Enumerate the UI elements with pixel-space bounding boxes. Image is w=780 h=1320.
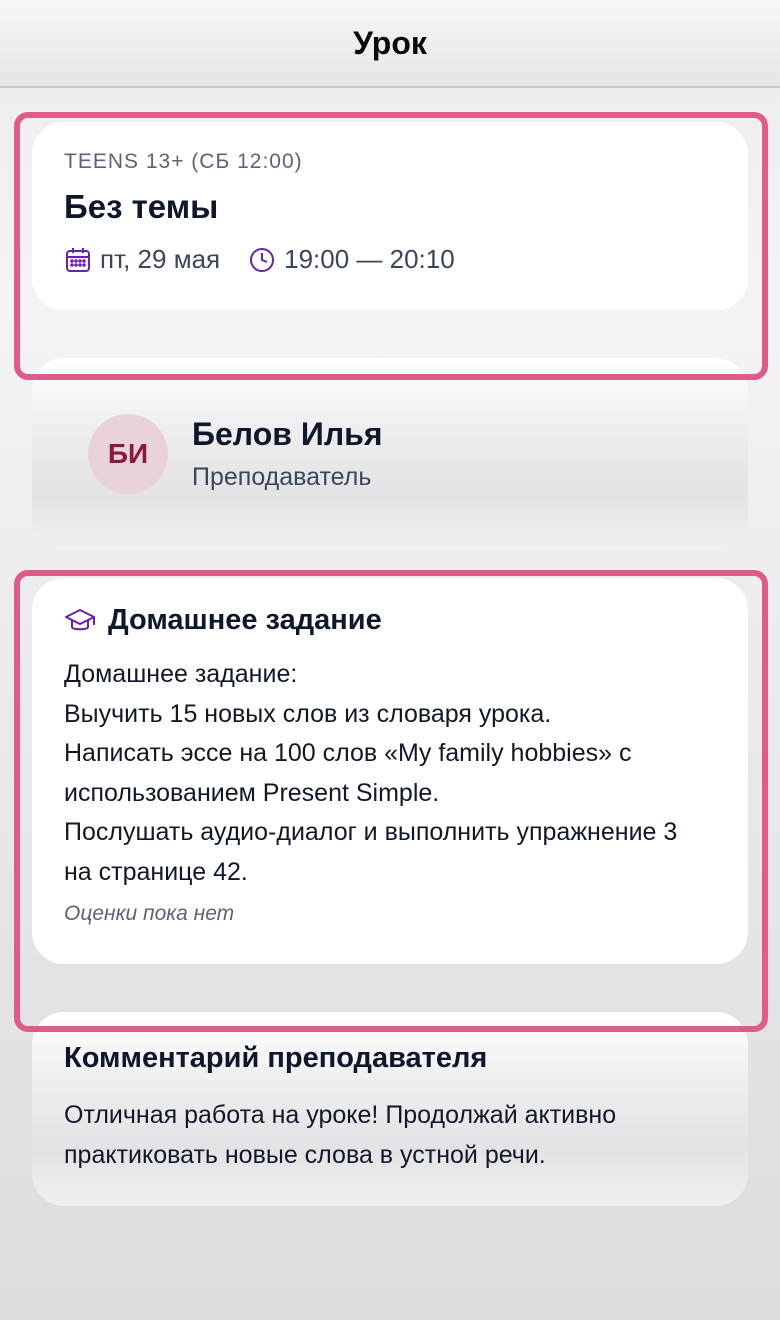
homework-line: использованием Present Simple. bbox=[64, 778, 440, 807]
homework-line: Домашнее задание: bbox=[64, 660, 298, 688]
top-bar: Урок bbox=[0, 0, 780, 88]
lesson-time: 19:00 — 20:10 bbox=[284, 244, 455, 274]
homework-line: Послушать аудио-диалог и выполнить упраж… bbox=[64, 818, 678, 846]
homework-card: Домашнее задание Домашнее задание: Выучи… bbox=[32, 578, 748, 964]
lesson-info-card: TEENS 13+ (СБ 12:00) Без темы пт, 29 мая bbox=[32, 122, 748, 310]
homework-text: Домашнее задание: Выучить 15 новых слов … bbox=[64, 655, 716, 892]
homework-title: Домашнее задание bbox=[108, 604, 382, 636]
lesson-meta: пт, 29 мая 19:00 — 20:10 bbox=[64, 244, 716, 275]
page-title: Урок bbox=[353, 24, 427, 61]
teacher-card: БИ Белов Илья Преподаватель bbox=[32, 358, 748, 550]
homework-line: на странице 42. bbox=[64, 857, 248, 886]
homework-line: Написать эссе на 100 слов «My family hob… bbox=[64, 739, 632, 767]
group-label: TEENS 13+ (СБ 12:00) bbox=[64, 150, 303, 173]
teacher-name: Белов Илья bbox=[192, 416, 383, 452]
lesson-title: Без темы bbox=[64, 188, 219, 225]
calendar-icon bbox=[64, 246, 92, 274]
comment-title: Комментарий преподавателя bbox=[64, 1042, 488, 1074]
lesson-date: пт, 29 мая bbox=[100, 244, 221, 274]
teacher-comment-card: Комментарий преподавателя Отличная работ… bbox=[32, 1012, 748, 1206]
comment-line: Отличная работа на уроке! Продолжай акти… bbox=[64, 1101, 617, 1129]
teacher-role: Преподаватель bbox=[192, 463, 372, 491]
graduation-cap-icon bbox=[64, 605, 96, 637]
comment-line: практиковать новые слова в устной речи. bbox=[64, 1141, 546, 1169]
clock-icon bbox=[248, 246, 276, 274]
homework-line: Выучить 15 новых слов из словаря урока. bbox=[64, 699, 552, 728]
comment-text: Отличная работа на уроке! Продолжай акти… bbox=[64, 1095, 716, 1175]
grade-status: Оценки пока нет bbox=[64, 902, 235, 925]
avatar: БИ bbox=[88, 414, 168, 494]
